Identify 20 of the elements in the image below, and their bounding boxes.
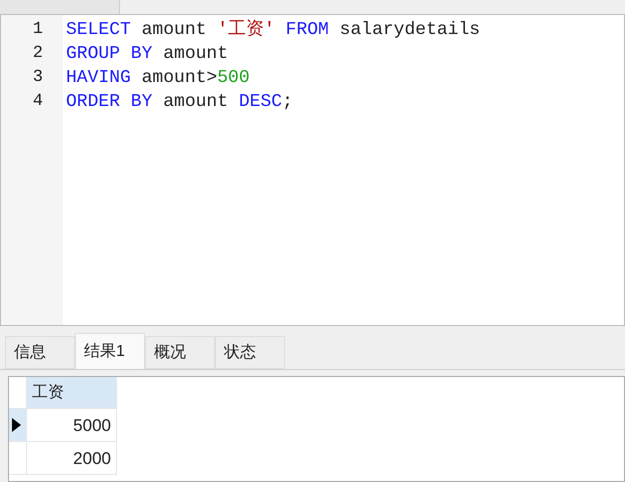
line-number: 4 bbox=[32, 91, 44, 113]
splitter-bar[interactable] bbox=[0, 326, 625, 334]
code-line: ORDER BY amount DESC; bbox=[66, 91, 294, 114]
code-editor[interactable]: 1 2 3 4 SELECT amount '工资' FROM salarydetails GROUP BY amount HAVING amount>500 ORDER BY amount DESC; bbox=[0, 14, 625, 326]
row-pointer-icon bbox=[12, 418, 21, 432]
query-tab[interactable] bbox=[0, 0, 120, 14]
line-number: 3 bbox=[32, 67, 44, 89]
result-tab[interactable]: 结果1 bbox=[75, 333, 145, 369]
column-header[interactable]: 工资 bbox=[27, 377, 117, 409]
code-line: SELECT amount '工资' FROM salarydetails bbox=[66, 18, 480, 42]
result-tab[interactable]: 状态 bbox=[215, 336, 285, 369]
result-tab[interactable]: 概况 bbox=[145, 336, 215, 369]
row-header[interactable] bbox=[9, 409, 27, 442]
code-line: HAVING amount>500 bbox=[66, 67, 251, 90]
line-number: 1 bbox=[32, 19, 44, 41]
table-cell: 5000 bbox=[27, 409, 117, 442]
table-cell: 2000 bbox=[27, 442, 117, 475]
line-number: 2 bbox=[32, 43, 44, 65]
code-line: GROUP BY amount bbox=[66, 43, 230, 66]
result-tab[interactable]: 信息 bbox=[5, 336, 75, 369]
